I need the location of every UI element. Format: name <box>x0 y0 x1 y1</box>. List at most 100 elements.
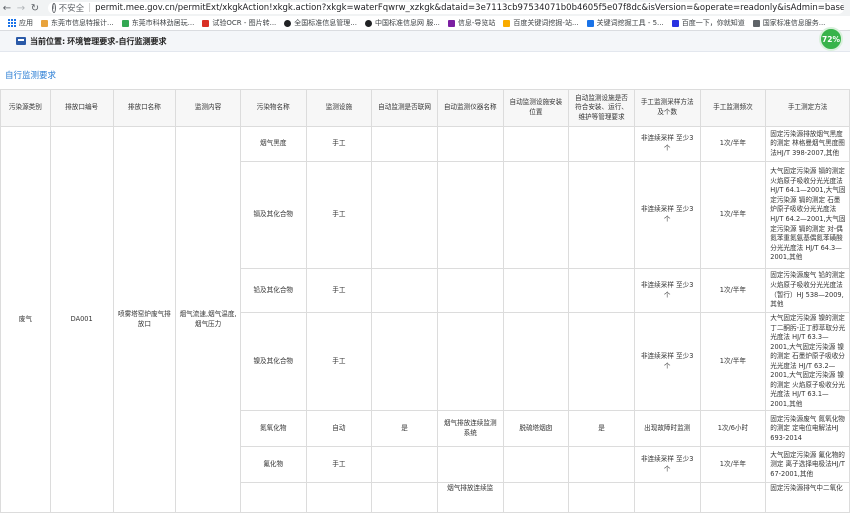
install-location-cell <box>502 161 570 269</box>
bookmark-item[interactable]: 试验OCR - 图片转... <box>202 18 276 28</box>
bookmark-favicon-icon <box>364 19 372 27</box>
sampling-method-cell <box>633 482 701 513</box>
url-text[interactable]: permit.mee.gov.cn/permitExt/xkgkAction!x… <box>95 3 844 13</box>
bookmark-item[interactable]: 关键词挖掘工具 - 5... <box>586 18 664 28</box>
url-field[interactable]: i 不安全 | permit.mee.gov.cn/permitExt/xkgk… <box>48 2 844 14</box>
bookmark-label: 东莞市信息特报计... <box>51 19 114 27</box>
bookmark-label: 应用 <box>19 19 33 27</box>
forward-icon[interactable]: → <box>14 3 28 14</box>
facility-cell: 手工 <box>305 126 373 162</box>
networked-cell <box>371 446 438 484</box>
column-header: 监测设施 <box>305 89 373 127</box>
table-header-row: 污染源类别 排放口编号 排放口名称 监测内容 污染物名称 监测设施 自动监测是否… <box>0 89 850 127</box>
install-location-cell <box>502 268 570 313</box>
back-icon[interactable]: ← <box>0 3 14 14</box>
bookmark-label: 全国标准信息管理... <box>294 19 357 27</box>
pollutant-name-cell <box>239 482 307 513</box>
bookmark-favicon-icon <box>202 19 210 27</box>
bookmarks-bar: 应用 东莞市信息特报计... 东莞市科林劲居玩... 试验OCR - 图片转..… <box>0 16 850 31</box>
bookmark-item[interactable]: 中国标准信息网 服... <box>364 18 440 28</box>
bookmark-label: 国家标准信息服务... <box>762 19 826 27</box>
bookmark-favicon-icon <box>503 19 511 27</box>
manual-method-cell: 固定污染源废气 氮氧化物的测定 定电位电解法HJ 693-2014 <box>765 410 850 448</box>
instrument-cell <box>436 161 504 269</box>
frequency-cell: 1次/半年 <box>699 126 767 162</box>
progress-badge[interactable]: 72% <box>819 27 843 51</box>
instrument-cell <box>436 311 504 412</box>
bookmark-favicon-icon <box>284 19 292 27</box>
column-header: 手工测定方法 <box>765 89 850 127</box>
column-header: 排放口编号 <box>49 89 114 127</box>
sampling-method-cell: 非连续采样 至少3个 <box>633 161 701 269</box>
networked-cell <box>371 311 438 412</box>
facility-cell: 手工 <box>305 268 373 313</box>
bookmark-item[interactable]: 全国标准信息管理... <box>284 18 357 28</box>
networked-cell <box>371 161 438 269</box>
bookmark-label: 中国标准信息网 服... <box>374 19 440 27</box>
sampling-method-cell: 非连续采样 至少3个 <box>633 126 701 162</box>
insecure-label: 不安全 <box>58 4 85 14</box>
bookmark-item[interactable]: 百度一下，你就知道 <box>671 18 745 28</box>
networked-cell: 是 <box>371 410 438 448</box>
bookmark-label: 试验OCR - 图片转... <box>212 19 277 27</box>
section-title: 自行监测要求 <box>5 71 57 81</box>
column-header: 污染物名称 <box>239 89 307 127</box>
bookmark-apps[interactable]: 应用 <box>8 18 33 28</box>
bookmark-label: 东莞市科林劲居玩... <box>131 19 195 27</box>
facility-cell <box>305 482 373 513</box>
frequency-cell: 1次/半年 <box>699 311 767 412</box>
outlet-code-cell: DA001 <box>49 125 114 513</box>
column-header: 污染源类别 <box>0 89 51 127</box>
instrument-cell: 烟气排放连续监测系统 <box>436 410 504 448</box>
instrument-cell <box>436 268 504 313</box>
bookmark-label: 百度关键词挖掘-站... <box>513 19 579 27</box>
info-icon[interactable]: i <box>52 3 56 13</box>
bookmark-label: 百度一下，你就知道 <box>681 19 745 27</box>
sampling-method-cell: 非连续采样 至少3个 <box>633 446 701 484</box>
manual-method-cell: 大气固定污染源 镉的测定 火焰原子吸收分光光度法 HJ/T 64.1—2001,… <box>765 161 850 269</box>
instrument-cell <box>436 446 504 484</box>
manual-method-cell: 大气固定污染源 镍的测定 丁二酮肟-正丁醇萃取分光光度法 HJ/T 63.3—2… <box>765 311 850 412</box>
pollutant-name-cell: 氮氧化物 <box>239 410 307 448</box>
pollutant-name-cell: 铅及其化合物 <box>239 268 307 313</box>
install-location-cell <box>502 311 570 412</box>
bookmark-item[interactable]: 百度关键词挖掘-站... <box>503 18 579 28</box>
apps-grid-icon <box>8 19 16 27</box>
pollutant-name-cell: 镉及其化合物 <box>239 161 307 269</box>
facility-cell: 自动 <box>305 410 373 448</box>
frequency-cell: 1次/半年 <box>699 268 767 313</box>
frequency-cell: 1次/6小时 <box>699 410 767 448</box>
monitoring-content-cell: 烟气流速,烟气温度,烟气压力 <box>175 125 241 513</box>
outlet-name-cell: 喷雾塔窑炉废气排放口 <box>112 125 177 513</box>
bookmark-item[interactable]: 国家标准信息服务... <box>752 18 826 28</box>
bookmark-item[interactable]: 信息-导览站 <box>447 18 496 28</box>
compliance-cell <box>568 126 635 162</box>
manual-method-cell: 固定污染源废气 铅的测定 火焰原子吸收分光光度法（暂行）HJ 538—2009,… <box>765 268 850 313</box>
column-header: 手工监测频次 <box>699 89 767 127</box>
sampling-method-cell: 非连续采样 至少3个 <box>633 311 701 412</box>
column-header: 自动监测设施安装位置 <box>502 89 570 127</box>
bookmark-favicon-icon <box>447 19 455 27</box>
compliance-cell: 是 <box>568 410 635 448</box>
bookmark-label: 信息-导览站 <box>457 19 496 27</box>
browser-address-bar: ← → ↻ i 不安全 | permit.mee.gov.cn/permitEx… <box>0 0 850 16</box>
facility-cell: 手工 <box>305 446 373 484</box>
facility-cell: 手工 <box>305 161 373 269</box>
bookmark-favicon-icon <box>752 19 760 27</box>
install-location-cell <box>502 446 570 484</box>
facility-cell: 手工 <box>305 311 373 412</box>
install-location-cell <box>502 126 570 162</box>
manual-method-cell: 固定污染源排放烟气黑度的测定 林格曼烟气黑度图法HJ/T 398-2007,其他 <box>765 126 850 162</box>
compliance-cell <box>568 268 635 313</box>
bookmark-item[interactable]: 东莞市科林劲居玩... <box>121 18 195 28</box>
bookmark-item[interactable]: 东莞市信息特报计... <box>41 18 114 28</box>
install-location-cell <box>502 482 570 513</box>
bookmark-favicon-icon <box>671 19 679 27</box>
column-header: 自动监测设施是否符合安装、运行、维护等管理要求 <box>568 89 635 127</box>
column-header: 自动监测仪器名称 <box>436 89 504 127</box>
networked-cell <box>371 482 438 513</box>
pollutant-name-cell: 烟气黑度 <box>239 126 307 162</box>
reload-icon[interactable]: ↻ <box>28 3 42 14</box>
location-label: 当前位置: <box>30 36 66 46</box>
frequency-cell: 1次/半年 <box>699 446 767 484</box>
